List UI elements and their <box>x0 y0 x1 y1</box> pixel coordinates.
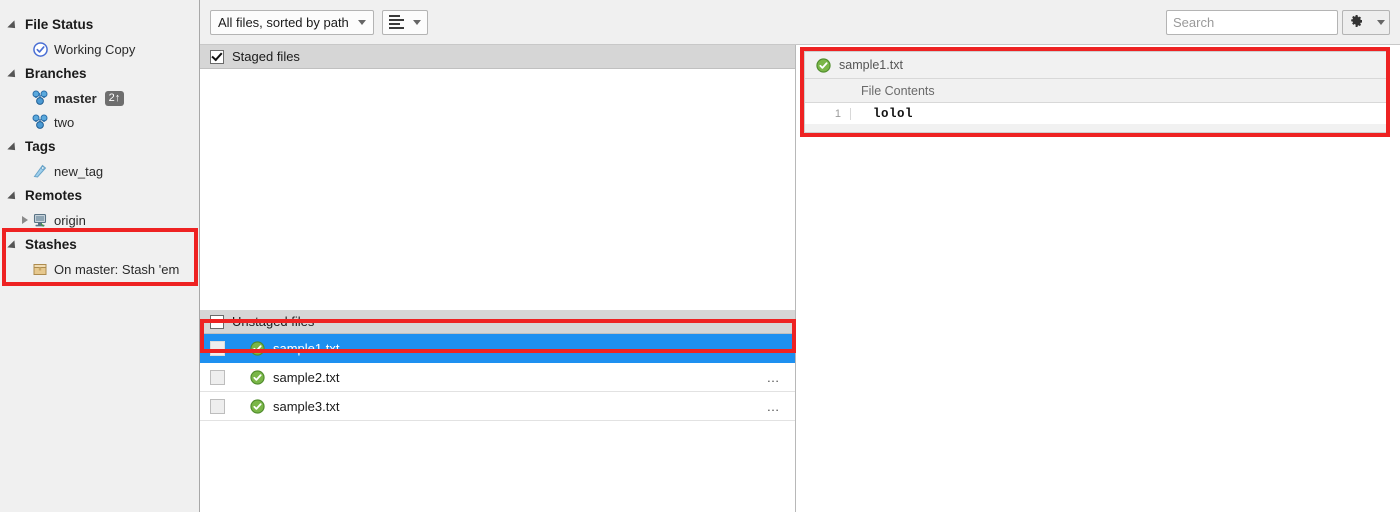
server-icon <box>32 212 48 228</box>
panels: Staged files Unstaged files sample1.txt … <box>200 45 1400 512</box>
green-check-icon <box>815 57 831 73</box>
chevron-down-icon <box>412 19 421 25</box>
sidebar-item-remote-origin[interactable]: origin <box>0 208 199 232</box>
sidebar-group-tags[interactable]: Tags <box>0 134 199 159</box>
search-box[interactable] <box>1166 10 1363 35</box>
unstaged-files-list[interactable]: sample1.txt … sample2.txt … sample3.txt … <box>200 334 795 512</box>
box-icon <box>32 261 48 277</box>
row-checkbox[interactable] <box>210 340 225 356</box>
unstaged-files-header[interactable]: Unstaged files <box>200 310 795 334</box>
sidebar-group-label: Branches <box>25 66 87 81</box>
tag-icon <box>32 163 48 179</box>
search-input[interactable] <box>1173 15 1349 30</box>
preview-file-name: sample1.txt <box>839 58 903 72</box>
sidebar-item-label: On master: Stash 'em <box>54 261 180 277</box>
sidebar-item-branch-master[interactable]: master 2↑ <box>0 86 199 110</box>
diff-line[interactable]: 1 lolol <box>805 103 1387 124</box>
file-preview-column: sample1.txt File Contents 1 lolol <box>796 45 1400 512</box>
sidebar-group-label: Stashes <box>25 237 77 252</box>
row-more-button[interactable]: … <box>767 400 782 413</box>
row-more-button[interactable]: … <box>767 342 782 355</box>
unstaged-files-checkbox[interactable] <box>210 314 224 329</box>
staged-files-list[interactable] <box>200 69 795 310</box>
file-filter-dropdown[interactable]: All files, sorted by path <box>210 9 374 35</box>
chevron-down-icon <box>7 239 19 252</box>
chevron-right-icon[interactable] <box>22 216 28 224</box>
sidebar-item-label: Working Copy <box>54 41 136 57</box>
sidebar-item-label: new_tag <box>54 163 104 179</box>
line-content: lolol <box>873 106 914 121</box>
row-checkbox[interactable] <box>210 398 225 414</box>
view-mode-button[interactable] <box>381 9 428 35</box>
sidebar-item-tag-new-tag[interactable]: new_tag <box>0 159 199 183</box>
preview-file-header: sample1.txt <box>805 52 1387 79</box>
file-lists-column: Staged files Unstaged files sample1.txt … <box>200 45 796 512</box>
settings-button[interactable] <box>1342 10 1390 35</box>
gear-icon <box>1348 13 1364 32</box>
sidebar-group-label: File Status <box>25 17 94 32</box>
sidebar: File Status Working Copy Branches master… <box>0 0 200 512</box>
file-name: sample1.txt <box>273 340 340 356</box>
sidebar-item-label: master <box>54 90 97 106</box>
diff-padding <box>805 124 1387 132</box>
file-name: sample2.txt <box>273 369 340 385</box>
row-more-button[interactable]: … <box>767 371 782 384</box>
branch-icon <box>32 114 48 130</box>
staged-files-checkbox[interactable] <box>210 49 224 64</box>
chevron-down-icon <box>1376 20 1385 25</box>
sidebar-item-working-copy[interactable]: Working Copy <box>0 37 199 61</box>
branch-ahead-badge: 2↑ <box>104 90 125 106</box>
chevron-down-icon <box>7 141 19 154</box>
green-check-icon <box>249 340 265 356</box>
staged-files-header[interactable]: Staged files <box>200 45 795 69</box>
chevron-down-icon <box>7 190 19 203</box>
sidebar-group-file-status[interactable]: File Status <box>0 12 199 37</box>
file-name: sample3.txt <box>273 398 340 414</box>
line-number: 1 <box>805 107 851 120</box>
chevron-down-icon <box>7 19 19 32</box>
sidebar-item-label: two <box>54 114 75 130</box>
toolbar: All files, sorted by path <box>200 0 1400 45</box>
staged-files-label: Staged files <box>232 49 300 64</box>
sidebar-group-label: Tags <box>25 139 56 154</box>
sidebar-group-label: Remotes <box>25 188 83 203</box>
sidebar-group-stashes[interactable]: Stashes <box>0 232 199 257</box>
row-checkbox[interactable] <box>210 369 225 385</box>
file-filter-label: All files, sorted by path <box>218 14 349 30</box>
table-row[interactable]: sample2.txt … <box>200 363 795 392</box>
unstaged-files-label: Unstaged files <box>232 314 315 329</box>
chevron-down-icon <box>357 19 366 25</box>
diff-preview-panel: sample1.txt File Contents 1 lolol <box>804 51 1388 133</box>
sidebar-group-remotes[interactable]: Remotes <box>0 183 199 208</box>
main-area: All files, sorted by path Search Staged … <box>200 0 1400 512</box>
blue-check-circle-icon <box>32 41 48 57</box>
list-view-icon <box>388 15 404 29</box>
sidebar-item-label: origin <box>54 212 86 228</box>
green-check-icon <box>249 398 265 414</box>
sourcetree-window: File Status Working Copy Branches master… <box>0 0 1400 512</box>
sidebar-group-branches[interactable]: Branches <box>0 61 199 86</box>
chevron-down-icon <box>7 68 19 81</box>
sidebar-item-branch-two[interactable]: two <box>0 110 199 134</box>
branch-icon <box>32 90 48 106</box>
diff-column-header: File Contents <box>805 79 1387 103</box>
table-row[interactable]: sample3.txt … <box>200 392 795 421</box>
green-check-icon <box>249 369 265 385</box>
sidebar-item-stash[interactable]: On master: Stash 'em <box>0 257 199 281</box>
file-contents-label: File Contents <box>861 83 935 98</box>
table-row[interactable]: sample1.txt … <box>200 334 795 363</box>
